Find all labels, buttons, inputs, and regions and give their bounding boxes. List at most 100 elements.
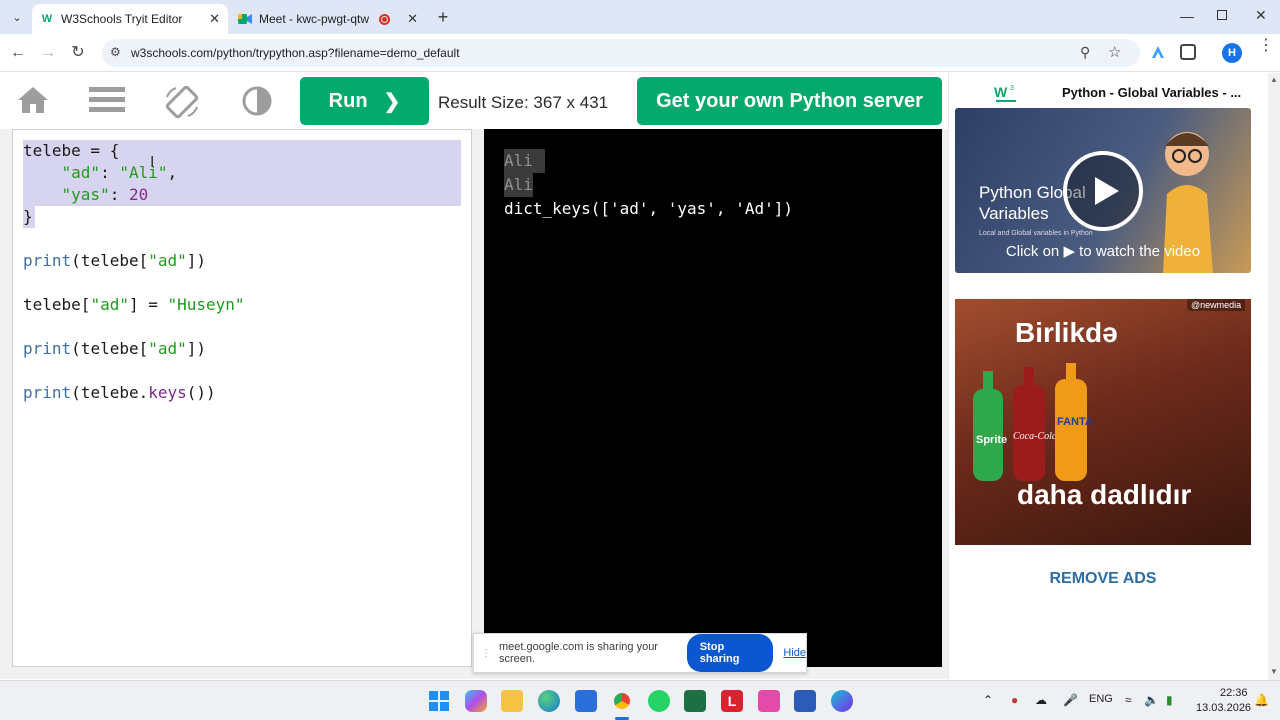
code-line: telebe = { — [23, 141, 120, 160]
code-editor[interactable]: telebe = { "ad": "Ali", "yas": 20 } prin… — [12, 129, 472, 667]
code-line: telebe["ad"] = "Huseyn" — [23, 295, 245, 314]
extensions-puzzle-icon[interactable] — [1180, 44, 1196, 60]
tab-title: Meet - kwc-pwgt-qtw — [259, 12, 370, 26]
result-size-label: Result Size: 367 x 431 — [438, 93, 609, 112]
close-tab-icon[interactable]: ✕ — [407, 11, 418, 27]
video-title[interactable]: Python - Global Variables - ... — [1062, 85, 1241, 100]
cloud-icon[interactable]: ☁ — [1035, 693, 1047, 707]
notifications-icon[interactable]: 🔔 — [1254, 693, 1269, 707]
zoom-icon[interactable]: ⚲ — [1080, 44, 1090, 61]
code-line: } — [23, 207, 33, 226]
svg-text:FANTA: FANTA — [1057, 416, 1093, 428]
remove-ads-link[interactable]: REMOVE ADS — [949, 570, 1257, 588]
minimize-window-icon[interactable]: — — [1180, 8, 1194, 24]
close-window-icon[interactable]: ✕ — [1255, 7, 1267, 24]
watch-video-text: Click on ▶ to watch the video — [1005, 243, 1201, 260]
result-output: Ali Ali dict_keys(['ad', 'yas', 'Ad']) — [484, 129, 942, 667]
copilot-icon[interactable] — [465, 690, 487, 712]
code-line: print(telebe.keys()) — [23, 383, 216, 402]
snipping-tool-icon[interactable] — [758, 690, 780, 712]
forward-icon[interactable]: → — [38, 43, 58, 63]
page-scrollbar[interactable]: ▲ ▼ — [1268, 73, 1280, 680]
hide-banner-link[interactable]: Hide — [783, 647, 806, 659]
recording-icon — [379, 13, 391, 25]
back-icon[interactable]: ← — [8, 43, 28, 63]
output-line: Ali — [504, 173, 533, 197]
ad-badge: @newmedia — [1187, 299, 1246, 311]
clock-date[interactable]: 13.03.2026 — [1196, 702, 1251, 714]
tab-title: W3Schools Tryit Editor — [61, 12, 183, 26]
microphone-icon[interactable]: 🎤 — [1063, 693, 1078, 707]
show-hidden-icons-icon[interactable]: ⌃ — [983, 693, 993, 707]
excel-icon[interactable] — [684, 690, 706, 712]
whatsapp-icon[interactable] — [648, 690, 670, 712]
run-button[interactable]: Run ❯ — [300, 77, 429, 125]
tab-list-chevron-icon[interactable]: ⌄ — [8, 9, 26, 27]
word-icon[interactable] — [794, 690, 816, 712]
code-line: "yas": 20 — [61, 185, 149, 204]
restore-window-icon[interactable] — [1217, 10, 1227, 20]
w3schools-favicon-icon: W — [41, 13, 53, 25]
site-info-icon[interactable]: ⚙ — [110, 45, 121, 59]
editor-panel: telebe = { "ad": "Ali", "yas": 20 } prin… — [0, 129, 480, 679]
close-tab-icon[interactable]: ✕ — [209, 11, 220, 27]
sidebar: W3 Python - Global Variables - ... Pytho… — [948, 73, 1268, 680]
output-line: dict_keys(['ad', 'yas', 'Ad']) — [504, 199, 793, 218]
browser-menu-icon[interactable]: ⋮ — [1258, 38, 1274, 54]
code-line: print(telebe["ad"]) — [23, 251, 207, 270]
edge-icon[interactable] — [538, 690, 560, 712]
url-text: w3schools.com/python/trypython.asp?filen… — [131, 46, 460, 60]
video-thumbnail[interactable]: Python Global Variables Local and Global… — [955, 108, 1251, 273]
drag-handle-icon[interactable]: ⋮ — [481, 648, 491, 659]
output-line: Ali — [504, 149, 545, 173]
tab-meet[interactable]: Meet - kwc-pwgt-qtw ✕ — [230, 4, 426, 34]
windows-start-icon[interactable] — [428, 690, 450, 712]
language-indicator[interactable]: ENG — [1089, 693, 1113, 705]
l-app-icon[interactable]: L — [721, 690, 743, 712]
screen-share-banner: ⋮ meet.google.com is sharing your screen… — [473, 633, 807, 673]
ad-tagline: daha dadlıdır — [1017, 479, 1192, 510]
text-cursor-icon: I — [150, 154, 155, 171]
rotate-layout-icon[interactable] — [164, 85, 199, 119]
antivirus-icon[interactable]: ● — [1011, 693, 1018, 707]
volume-icon[interactable]: 🔈 — [1144, 693, 1159, 707]
get-python-server-button[interactable]: Get your own Python server — [637, 77, 942, 125]
bookmark-star-icon[interactable]: ☆ — [1108, 43, 1121, 61]
svg-text:Coca-Cola: Coca-Cola — [1013, 431, 1057, 442]
result-panel: Ali Ali dict_keys(['ad', 'yas', 'Ad']) — [480, 129, 948, 679]
ad-headline: Birlikdə — [1015, 317, 1118, 348]
microsoft-store-icon[interactable] — [575, 690, 597, 712]
svg-text:W: W — [994, 84, 1008, 100]
scroll-down-icon[interactable]: ▼ — [1270, 667, 1278, 676]
new-tab-button[interactable]: + — [434, 7, 452, 27]
clock-time[interactable]: 22:36 — [1220, 687, 1248, 699]
file-explorer-icon[interactable] — [501, 690, 523, 712]
reload-icon[interactable]: ↻ — [68, 43, 88, 63]
google-meet-favicon-icon — [238, 12, 252, 26]
url-input[interactable]: ⚙ w3schools.com/python/trypython.asp?fil… — [102, 39, 1140, 67]
wifi-icon[interactable]: ≈ — [1125, 693, 1132, 707]
taskbar: L ⌃ ● ☁ 🎤 ENG ≈ 🔈 ▮ 22:36 13.03.2026 🔔 — [0, 680, 1280, 720]
advertisement[interactable]: @newmedia Birlikdə Sprite Coca-Cola FANTA … — [955, 299, 1251, 545]
chevron-right-icon: ❯ — [383, 90, 401, 113]
extension-icon[interactable] — [1150, 44, 1166, 60]
profile-avatar[interactable]: H — [1222, 43, 1242, 63]
chrome-icon[interactable] — [611, 690, 633, 712]
w3schools-logo-icon: W3 — [993, 83, 1019, 105]
menu-icon[interactable] — [89, 85, 125, 119]
stop-sharing-button[interactable]: Stop sharing — [686, 634, 774, 672]
video-card-subtitle: Local and Global variables in Python — [979, 230, 1093, 237]
play-icon[interactable] — [1063, 151, 1143, 231]
canva-icon[interactable] — [831, 690, 853, 712]
tab-w3schools[interactable]: W W3Schools Tryit Editor ✕ — [32, 4, 228, 34]
bottles-illustration: Sprite Coca-Cola FANTA — [969, 361, 1109, 481]
scroll-up-icon[interactable]: ▲ — [1270, 75, 1278, 84]
run-label: Run — [328, 89, 368, 112]
browser-tab-bar: ⌄ W W3Schools Tryit Editor ✕ Meet - kwc-… — [0, 0, 1280, 34]
dark-mode-icon[interactable] — [241, 85, 275, 119]
battery-icon[interactable]: ▮ — [1166, 693, 1173, 707]
home-icon[interactable] — [16, 85, 50, 119]
browser-address-bar: ← → ↻ ⚙ w3schools.com/python/trypython.a… — [0, 34, 1280, 72]
code-line: print(telebe["ad"]) — [23, 339, 207, 358]
tryit-toolbar: Run ❯ Result Size: 367 x 431 Get your ow… — [0, 73, 948, 129]
